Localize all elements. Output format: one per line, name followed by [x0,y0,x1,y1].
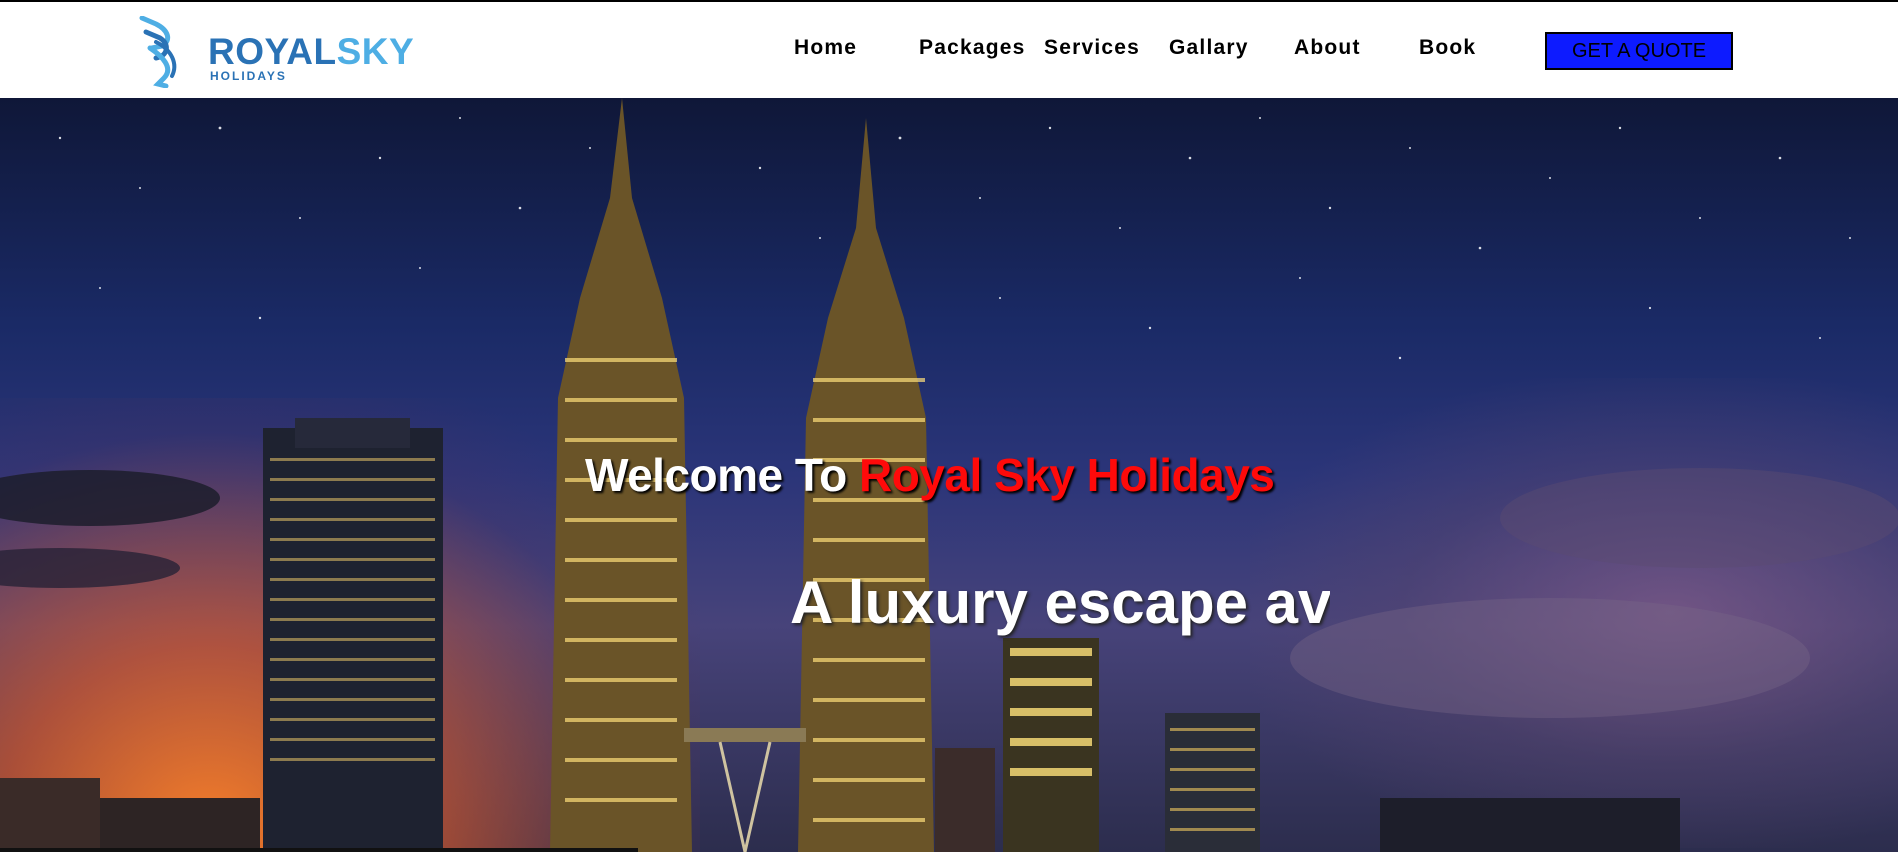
logo-wordmark: ROYALSKY [208,31,414,73]
logo-sky-text: SKY [336,31,415,72]
welcome-brand: Royal Sky Holidays [858,449,1275,501]
hero-banner: Welcome To Royal Sky Holidays A luxury e… [0,98,1898,852]
nav-services[interactable]: Services [1044,36,1140,60]
nav-gallary[interactable]: Gallary [1169,36,1249,60]
site-logo[interactable]: ROYALSKY HOLIDAYS [138,16,414,88]
hero-tagline: A luxury escape av [790,569,1330,636]
site-header: ROYALSKY HOLIDAYS Home Packages Services… [0,2,1898,98]
bottom-strip [0,848,638,852]
nav-book[interactable]: Book [1419,36,1476,60]
nav-home[interactable]: Home [794,36,857,60]
nav-about[interactable]: About [1294,36,1361,60]
wing-logo-icon [139,16,177,88]
nav-packages[interactable]: Packages [919,36,1026,60]
hero-welcome-heading: Welcome To Royal Sky Holidays [585,448,1275,502]
get-a-quote-button[interactable]: GET A QUOTE [1545,32,1733,70]
logo-subtitle: HOLIDAYS [210,69,287,83]
logo-royal-text: ROYAL [208,31,337,72]
hero-tagline-container: A luxury escape av [790,568,1330,648]
welcome-prefix: Welcome To [585,449,859,501]
